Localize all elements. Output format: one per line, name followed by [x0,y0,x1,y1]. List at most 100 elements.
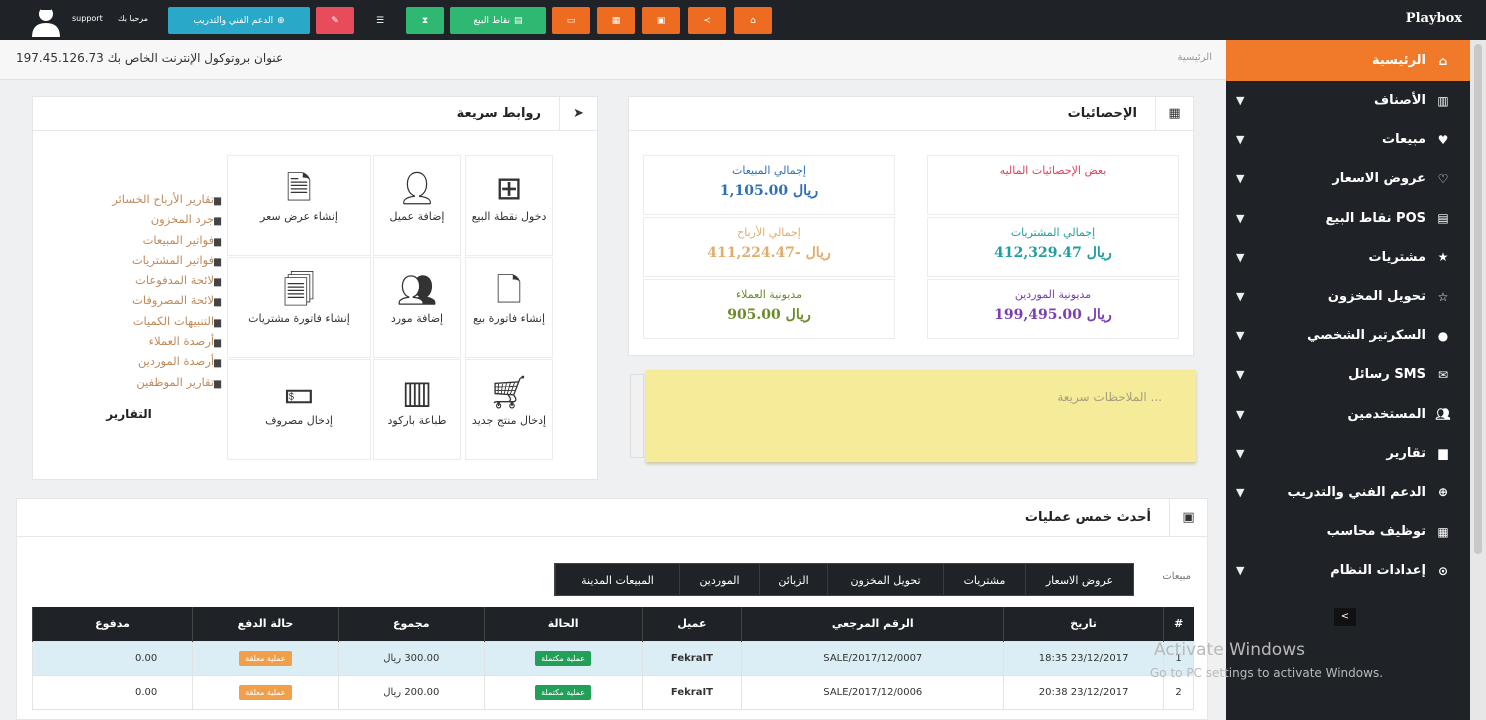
tab-quotes[interactable]: عروض الاسعار [1025,564,1133,596]
tab-purchases[interactable]: مشتريات [943,564,1025,596]
register-icon: ▤ [1437,211,1449,226]
stat-subtitle-box: بعض الإحصائيات الماليه [927,155,1179,215]
sidebar-item-reports[interactable]: ▼ تقارير ▆ [1226,434,1470,473]
sidebar-item-home[interactable]: الرئيسية ⌂ [1226,40,1470,81]
user-avatar-icon[interactable] [26,4,66,38]
sidebar-item-quotes[interactable]: ▼ عروض الاسعار ♡ [1226,159,1470,198]
statistics-panel: ▦ الإحصائيات بعض الإحصائيات الماليه إجما… [628,96,1194,356]
page-scrollbar-thumb[interactable] [1474,44,1482,554]
tile-print-barcode[interactable]: ▥ طباعة باركود [373,359,461,460]
table-row[interactable]: 2 23/12/2017 20:38 SALE/2017/12/0006 Fek… [31,674,1194,710]
list-button[interactable]: ☰ [362,7,398,34]
monitor-button[interactable]: ▭ [552,7,590,34]
sidebar-item-pos[interactable]: ▼ نقاط البيع POS ▤ [1226,199,1470,238]
tile-label: إضافة مورد [390,312,444,325]
stat-customer-debt: مديونية العملاء 905.00 ريال [643,279,895,339]
stat-total-purchases: إجمالي المشتريات 412,329.47 ريال [927,217,1179,277]
col-reference[interactable]: الرقم المرجعي [741,607,1004,641]
sidebar-item-products[interactable]: ▼ الأصناف ▥ [1226,81,1470,120]
sidebar-item-sales[interactable]: ▼ مبيعات ♥ [1226,120,1470,159]
sidebar-item-sms[interactable]: ▼ رسائل SMS ✉ [1226,355,1470,394]
pos-button[interactable]: نقاط البيع ▤ [450,7,546,34]
stat-value: 1,105.00 ريال [719,183,819,199]
support-training-button[interactable]: الدعم الفني والتدريب ⊕ [168,7,310,34]
tile-create-quote[interactable]: 🗎︎ إنشاء عرض سعر [227,155,371,256]
col-customer[interactable]: عميل [641,607,742,641]
share-button[interactable]: ≺ [688,7,726,34]
tile-label: إنشاء فاتورة مشتريات [248,312,350,325]
sidebar-item-purchases[interactable]: ▼ مشتريات ★ [1226,238,1470,277]
report-link[interactable]: أرصدة العملاء▆ [73,331,221,351]
tab-transfers[interactable]: تحويل المخزون [827,564,943,596]
report-link[interactable]: لائحة المدفوعات▆ [73,270,221,290]
home-button[interactable]: ⌂ [734,7,772,34]
col-number[interactable]: # [1163,607,1194,641]
report-link[interactable]: تقارير الأرباح الخسائر▆ [73,189,221,209]
report-link[interactable]: تقارير الموظفين▆ [73,372,221,392]
calculator-icon: ▦ [1437,524,1449,539]
ip-label: عنوان بروتوكول الإنترنت الخاص بك [107,51,284,65]
table-row[interactable]: 1 23/12/2017 18:35 SALE/2017/12/0007 Fek… [31,640,1194,676]
home-icon: ⌂ [1438,53,1448,68]
support-circle-icon: ⊕ [277,15,285,26]
ip-address: 197.45.126.73 عنوان بروتوكول الإنترنت ال… [16,51,283,65]
col-payment-status[interactable]: حالة الدفع [192,607,339,641]
chevron-down-icon: ▼ [1236,133,1245,147]
tile-sales-invoice[interactable]: 🗋︎ إنشاء فاتورة بيع [465,257,553,358]
tile-new-product[interactable]: 🛒︎ إدخال منتج جديد [465,359,553,460]
report-link[interactable]: لائحة المصروفات▆ [73,290,221,310]
report-link[interactable]: أرصدة الموردين▆ [73,351,221,371]
sidebar-item-settings[interactable]: ▼ إعدادات النظام ⊙ [1226,551,1470,590]
stat-label: مديونية العملاء [736,288,802,301]
sidebar-collapse-button[interactable]: < [1334,608,1356,626]
cell-date: 23/12/2017 20:38 [1003,674,1165,710]
report-link[interactable]: جرد المخزون▆ [73,209,221,229]
sidebar-item-users[interactable]: ▼ المستخدمين 👥︎ [1226,395,1470,434]
sidebar-item-accountant[interactable]: توظيف محاسب ▦ [1226,512,1470,551]
document-icon: 🗎︎ [286,169,312,207]
tab-suppliers[interactable]: الموردين [679,564,759,596]
save-button[interactable]: ▣ [642,7,680,34]
tile-label: طباعة باركود [387,414,447,427]
monitor-icon: ▭ [566,15,576,26]
stat-value: 199,495.00 ريال [994,307,1112,323]
tab-credit-sales[interactable]: المبيعات المدينة [555,564,679,596]
calendar-button[interactable]: ▦ [597,7,635,34]
tile-label: إنشاء عرض سعر [260,210,338,223]
payment-badge: عملية معلقة [239,684,292,700]
col-status[interactable]: الحالة [483,607,643,641]
tile-pos-login[interactable]: ⊞ دخول نقطة البيع [465,155,553,256]
sidebar-item-support[interactable]: ▼ الدعم الفني والتدريب ⊕ [1226,473,1470,512]
report-link[interactable]: التنبيهات الكميات▆ [73,311,221,331]
report-link[interactable]: فواتير المشتريات▆ [73,250,221,270]
breadcrumb-home[interactable]: الرئيسية [1178,52,1212,63]
recent-side-label[interactable]: مبيعات [1162,571,1191,582]
chart-icon: ▆ [214,338,221,349]
sidebar-item-transfers[interactable]: ▼ تحويل المخزون ☆ [1226,277,1470,316]
col-date[interactable]: تاريخ [1003,607,1164,641]
tile-purchase-invoice[interactable]: 🗐︎ إنشاء فاتورة مشتريات [227,257,371,358]
col-paid[interactable]: مدفوع [31,607,193,641]
chevron-down-icon: ▼ [1236,250,1245,264]
tile-add-expense[interactable]: 💵︎ إدخال مصروف [227,359,371,460]
report-link[interactable]: فواتير المبيعات▆ [73,230,221,250]
quick-notes-box[interactable]: الملاحظات سريعة ... [646,370,1196,462]
chevron-down-icon: ▼ [1236,368,1245,382]
sidebar-item-label: تقارير [1386,445,1426,461]
hourglass-button[interactable]: ⧗ [406,7,444,34]
sidebar-item-label: الدعم الفني والتدريب [1287,484,1427,500]
sidebar-item-secretary[interactable]: ▼ السكرتير الشخصي ● [1226,316,1470,355]
pen-button[interactable]: ✎ [316,7,354,34]
notes-scrollbar[interactable] [630,374,644,458]
top-navbar: Playbox support مرحبا بك الدعم الفني وال… [0,0,1486,40]
chart-icon: ▆ [214,216,221,227]
stat-value: 905.00 ريال [727,307,811,323]
col-total[interactable]: مجموع [337,607,485,641]
payment-badge: عملية معلقة [239,650,292,666]
user-name[interactable]: support [72,14,103,23]
tab-customers[interactable]: الزبائن [759,564,827,596]
brand-logo[interactable]: Playbox [1406,11,1462,26]
tile-add-supplier[interactable]: 👥︎ إضافة مورد [373,257,461,358]
breadcrumb: الرئيسية 197.45.126.73 عنوان بروتوكول ال… [0,40,1226,80]
tile-add-customer[interactable]: 👤︎ إضافة عميل [373,155,461,256]
